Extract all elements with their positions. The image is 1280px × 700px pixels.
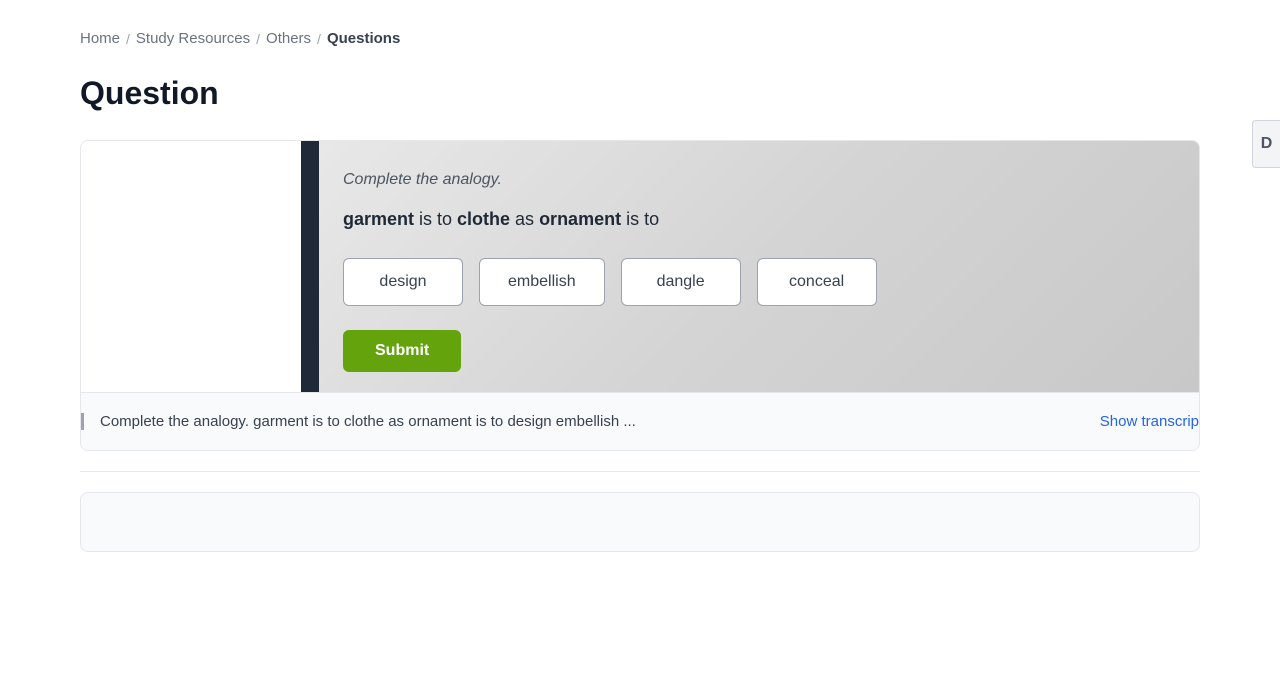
analogy-text: garment is to clothe as ornament is to xyxy=(343,209,1175,230)
answer-options: design embellish dangle conceal xyxy=(343,258,1175,306)
left-space xyxy=(81,141,301,392)
breadcrumb-study-resources[interactable]: Study Resources xyxy=(136,30,250,47)
analogy-connector1: is to xyxy=(414,209,457,229)
submit-button[interactable]: Submit xyxy=(343,330,461,372)
option-embellish[interactable]: embellish xyxy=(479,258,605,306)
analogy-connector2: as xyxy=(510,209,539,229)
analogy-word2: clothe xyxy=(457,209,510,229)
right-panel-button[interactable]: D xyxy=(1252,120,1280,168)
question-content-area: Complete the analogy. garment is to clot… xyxy=(319,141,1199,392)
breadcrumb: Home / Study Resources / Others / Questi… xyxy=(80,30,1200,47)
option-dangle[interactable]: dangle xyxy=(621,258,741,306)
breadcrumb-sep-3: / xyxy=(317,31,321,47)
question-card: Complete the analogy. garment is to clot… xyxy=(80,140,1200,451)
question-image-area: Complete the analogy. garment is to clot… xyxy=(81,141,1199,392)
breadcrumb-home[interactable]: Home xyxy=(80,30,120,47)
transcript-text: Complete the analogy. garment is to clot… xyxy=(81,413,1080,430)
bottom-card xyxy=(80,492,1200,552)
transcript-bar: Complete the analogy. garment is to clot… xyxy=(81,392,1199,450)
page-title: Question xyxy=(80,75,219,112)
breadcrumb-sep-2: / xyxy=(256,31,260,47)
breadcrumb-sep-1: / xyxy=(126,31,130,47)
analogy-connector3: is to xyxy=(621,209,659,229)
show-transcript-button[interactable]: Show transcrip xyxy=(1100,413,1199,430)
analogy-word1: garment xyxy=(343,209,414,229)
option-conceal[interactable]: conceal xyxy=(757,258,877,306)
breadcrumb-others[interactable]: Others xyxy=(266,30,311,47)
page-title-row: Question xyxy=(80,75,1200,112)
analogy-word3: ornament xyxy=(539,209,621,229)
dark-bar xyxy=(301,141,319,392)
analogy-instruction: Complete the analogy. xyxy=(343,171,1175,189)
option-design[interactable]: design xyxy=(343,258,463,306)
section-divider xyxy=(80,471,1200,472)
breadcrumb-questions: Questions xyxy=(327,30,400,47)
